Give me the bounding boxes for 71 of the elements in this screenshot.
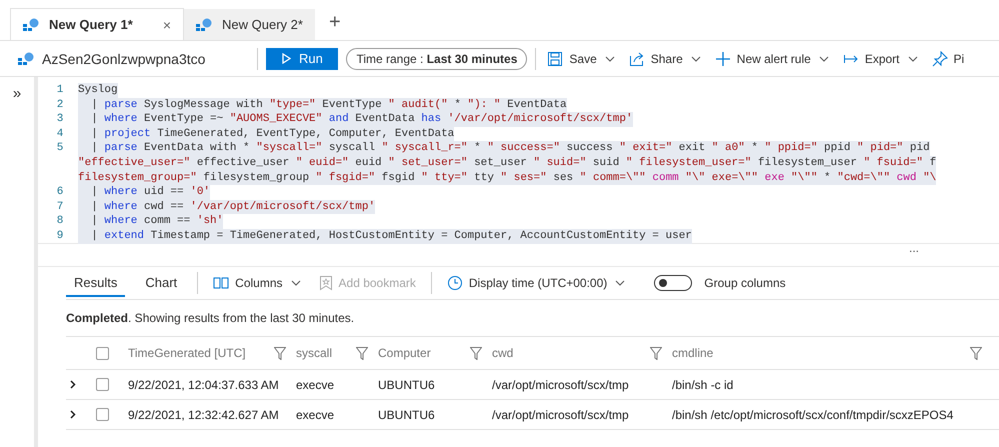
line-number: 5	[56, 141, 64, 156]
new-tab-button[interactable]: +	[328, 11, 341, 34]
columns-icon	[213, 276, 230, 290]
table-cell: /var/opt/microsoft/scx/tmp	[492, 408, 629, 422]
plus-icon	[714, 50, 731, 66]
table-cell: execve	[296, 378, 334, 392]
column-header[interactable]: cwd	[492, 346, 514, 360]
table-cell: /bin/sh -c id	[672, 378, 734, 392]
chevron-down-icon	[908, 56, 918, 62]
results-tab[interactable]: Chart	[137, 269, 186, 297]
column-header[interactable]: Computer	[378, 346, 431, 360]
filter-icon[interactable]	[356, 346, 368, 360]
chevron-down-icon	[818, 56, 829, 62]
line-number: 1	[56, 83, 64, 98]
line-number: 4	[56, 126, 64, 142]
column-header[interactable]: syscall	[296, 346, 332, 360]
line-number: 6	[56, 185, 64, 200]
table-cell: 9/22/2021, 12:04:37.633 AM	[128, 378, 279, 392]
expand-row-icon[interactable]	[70, 380, 76, 389]
splitter-handle[interactable]: ...	[908, 244, 919, 252]
column-header[interactable]: cmdline	[672, 346, 714, 360]
results-tab[interactable]: Results	[66, 269, 126, 297]
play-icon	[282, 53, 291, 64]
query-icon	[18, 52, 34, 66]
expand-sidebar-button[interactable]: »	[12, 85, 22, 103]
workspace-name: AzSen2Gonlzwpwpna3tco	[42, 50, 206, 66]
filter-icon[interactable]	[470, 346, 482, 360]
row-checkbox[interactable]	[96, 408, 109, 421]
line-number: 7	[56, 200, 64, 214]
table-cell: /var/opt/microsoft/scx/tmp	[492, 378, 629, 392]
close-icon[interactable]: ×	[162, 16, 172, 32]
share-button[interactable]: Share	[626, 50, 704, 66]
query-tab[interactable]: New Query 2*	[184, 9, 315, 40]
chevron-down-icon	[615, 280, 626, 286]
toggle-label: Group columns	[704, 276, 786, 290]
table-cell: /bin/sh /etc/opt/microsoft/scx/conf/tmpdir/scxzEPOS4	[672, 408, 954, 422]
line-number: 3	[56, 112, 64, 127]
chevron-down-icon	[690, 56, 701, 62]
row-checkbox[interactable]	[96, 378, 109, 391]
table-cell: UBUNTU6	[378, 378, 435, 392]
share-icon	[628, 50, 645, 66]
time-range-button[interactable]: Time range : Last 30 minutes	[346, 48, 528, 70]
run-button[interactable]: Run	[266, 48, 338, 70]
query-tab[interactable]: New Query 1* ×	[10, 8, 184, 40]
bookmark-icon	[318, 275, 333, 291]
column-header[interactable]: TimeGenerated [UTC]	[128, 346, 246, 360]
chevron-down-icon	[604, 56, 615, 62]
table-cell: UBUNTU6	[378, 408, 435, 422]
filter-icon[interactable]	[650, 346, 662, 360]
pin-button[interactable]: Pi	[928, 50, 968, 66]
query-icon	[196, 18, 212, 32]
table-cell: execve	[296, 408, 334, 422]
chevron-down-icon	[290, 280, 301, 286]
query-icon	[23, 18, 39, 32]
line-number: 8	[56, 214, 64, 229]
table-cell: 9/22/2021, 12:32:42.627 AM	[128, 408, 279, 422]
expand-row-icon[interactable]	[70, 410, 76, 419]
display-time-dropdown[interactable]: Display time (UTC+00:00)	[444, 275, 628, 291]
pin-icon	[932, 50, 948, 66]
export-button[interactable]: Export	[840, 50, 920, 66]
columns-button[interactable]: Columns	[210, 276, 304, 290]
filter-icon[interactable]	[970, 346, 982, 360]
status-message: Completed. Showing results from the last 30 minutes.	[66, 311, 354, 325]
line-number: 2	[56, 98, 64, 112]
group-columns-toggle[interactable]	[654, 275, 692, 291]
alert-button[interactable]: New alert rule	[712, 50, 832, 66]
line-number: 9	[56, 228, 64, 244]
select-all-checkbox[interactable]	[96, 346, 109, 360]
clock-icon	[446, 275, 463, 291]
filter-icon[interactable]	[274, 346, 286, 360]
save-button[interactable]: Save	[544, 50, 618, 66]
